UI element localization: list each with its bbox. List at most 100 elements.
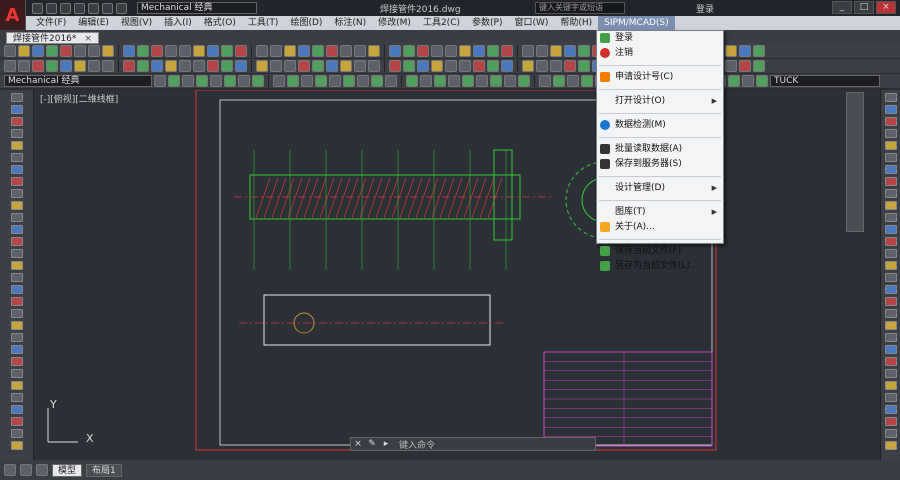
- toolbar-button-icon[interactable]: [207, 60, 219, 72]
- palette-tool-icon[interactable]: [10, 141, 23, 150]
- viewport-label[interactable]: [-][俯视][二维线框]: [40, 92, 118, 105]
- menu-item[interactable]: 编辑(E): [72, 16, 115, 30]
- palette-tool-icon[interactable]: [884, 261, 897, 270]
- toolbar-button-icon[interactable]: [368, 45, 380, 57]
- drawing-area[interactable]: [34, 90, 880, 460]
- toolbar-button-icon[interactable]: [102, 60, 114, 72]
- toolbar-button-icon[interactable]: [137, 60, 149, 72]
- toolbar-button-icon[interactable]: [518, 75, 530, 87]
- toolbar-button-icon[interactable]: [312, 60, 324, 72]
- toolbar-button-icon[interactable]: [753, 60, 765, 72]
- dropdown-item[interactable]: 保存当前文件(F): [597, 244, 723, 259]
- wrench-icon[interactable]: ✎: [365, 439, 379, 449]
- toolbar-button-icon[interactable]: [123, 45, 135, 57]
- layout-tab[interactable]: 模型: [52, 463, 83, 477]
- palette-tool-icon[interactable]: [884, 249, 897, 258]
- toolbar-button-icon[interactable]: [287, 75, 299, 87]
- toolbar-button-icon[interactable]: [550, 60, 562, 72]
- toolbar-button-icon[interactable]: [18, 60, 30, 72]
- toolbar-button-icon[interactable]: [431, 60, 443, 72]
- dropdown-item[interactable]: 关于(A)...: [597, 220, 723, 235]
- toolbar-button-icon[interactable]: [403, 45, 415, 57]
- menu-item[interactable]: 修改(M): [372, 16, 417, 30]
- dropdown-item[interactable]: 设计管理(D) ▶: [597, 181, 723, 196]
- palette-tool-icon[interactable]: [10, 297, 23, 306]
- toolbar-button-icon[interactable]: [753, 45, 765, 57]
- toolbar-button-icon[interactable]: [459, 60, 471, 72]
- layout-tab[interactable]: 布局1: [86, 463, 122, 477]
- toolbar-button-icon[interactable]: [256, 60, 268, 72]
- search-input[interactable]: 键入关键字或短语: [535, 2, 625, 14]
- open-icon[interactable]: [46, 2, 57, 14]
- minimize-button[interactable]: _: [832, 1, 852, 14]
- toolbar-button-icon[interactable]: [235, 45, 247, 57]
- toolbar-button-icon[interactable]: [151, 60, 163, 72]
- dropdown-item[interactable]: 打开设计(O) ▶: [597, 94, 723, 109]
- palette-tool-icon[interactable]: [10, 345, 23, 354]
- palette-tool-icon[interactable]: [10, 321, 23, 330]
- file-tab[interactable]: 焊接管件2016* ×: [6, 32, 99, 44]
- toolbar-button-icon[interactable]: [371, 75, 383, 87]
- palette-tool-icon[interactable]: [10, 249, 23, 258]
- command-line[interactable]: × ✎ ▸ 键入命令: [350, 437, 596, 451]
- toolbar-button-icon[interactable]: [742, 75, 754, 87]
- toolbar-button-icon[interactable]: [46, 45, 58, 57]
- palette-tool-icon[interactable]: [10, 357, 23, 366]
- toolbar-button-icon[interactable]: [221, 45, 233, 57]
- toolbar-button-icon[interactable]: [74, 60, 86, 72]
- toolbar-button-icon[interactable]: [406, 75, 418, 87]
- palette-tool-icon[interactable]: [884, 405, 897, 414]
- dropdown-item[interactable]: 另存为当前文件(L)...: [597, 259, 723, 274]
- toolbar-button-icon[interactable]: [74, 45, 86, 57]
- toolbar-button-icon[interactable]: [417, 45, 429, 57]
- toolbar-button-icon[interactable]: [434, 75, 446, 87]
- toolbar-button-icon[interactable]: [193, 45, 205, 57]
- toolbar-button-icon[interactable]: [739, 45, 751, 57]
- toolbar-button-icon[interactable]: [536, 60, 548, 72]
- palette-tool-icon[interactable]: [10, 405, 23, 414]
- palette-tool-icon[interactable]: [10, 273, 23, 282]
- toolbar-button-icon[interactable]: [224, 75, 236, 87]
- palette-tool-icon[interactable]: [884, 309, 897, 318]
- menu-item[interactable]: 工具(T): [242, 16, 285, 30]
- close-tab-icon[interactable]: ×: [84, 34, 92, 44]
- palette-tool-icon[interactable]: [10, 165, 23, 174]
- toolbar-button-icon[interactable]: [210, 75, 222, 87]
- palette-tool-icon[interactable]: [10, 309, 23, 318]
- toolbar-button-icon[interactable]: [564, 45, 576, 57]
- toolbar-button-icon[interactable]: [329, 75, 341, 87]
- palette-tool-icon[interactable]: [10, 393, 23, 402]
- palette-tool-icon[interactable]: [10, 105, 23, 114]
- toolbar-button-icon[interactable]: [193, 60, 205, 72]
- palette-tool-icon[interactable]: [884, 117, 897, 126]
- toolbar-button-icon[interactable]: [756, 75, 768, 87]
- palette-tool-icon[interactable]: [10, 117, 23, 126]
- toolbar-button-icon[interactable]: [728, 75, 740, 87]
- palette-tool-icon[interactable]: [884, 429, 897, 438]
- palette-tool-icon[interactable]: [884, 381, 897, 390]
- dropdown-item[interactable]: 图库(T) ▶: [597, 205, 723, 220]
- palette-tool-icon[interactable]: [10, 261, 23, 270]
- toolbar-button-icon[interactable]: [567, 75, 579, 87]
- toolbar-button-icon[interactable]: [60, 45, 72, 57]
- command-input[interactable]: 键入命令: [399, 438, 435, 451]
- palette-tool-icon[interactable]: [10, 201, 23, 210]
- toolbar-button-icon[interactable]: [487, 45, 499, 57]
- palette-tool-icon[interactable]: [884, 177, 897, 186]
- toolbar-button-icon[interactable]: [357, 75, 369, 87]
- toolbar-button-icon[interactable]: [354, 60, 366, 72]
- palette-tool-icon[interactable]: [884, 201, 897, 210]
- menu-item[interactable]: 插入(I): [158, 16, 198, 30]
- palette-tool-icon[interactable]: [10, 177, 23, 186]
- drawing-canvas[interactable]: [-][俯视][二维线框] Y X: [34, 90, 880, 460]
- workspace-combo[interactable]: Mechanical 经典: [137, 2, 257, 14]
- toolbar-button-icon[interactable]: [235, 60, 247, 72]
- palette-tool-icon[interactable]: [10, 429, 23, 438]
- toolbar-button-icon[interactable]: [315, 75, 327, 87]
- toolbar-button-icon[interactable]: [326, 45, 338, 57]
- menu-item[interactable]: 工具2(C): [417, 16, 466, 30]
- toolbar-button-icon[interactable]: [501, 45, 513, 57]
- nav-prev-icon[interactable]: [20, 464, 32, 476]
- palette-tool-icon[interactable]: [10, 189, 23, 198]
- palette-tool-icon[interactable]: [10, 237, 23, 246]
